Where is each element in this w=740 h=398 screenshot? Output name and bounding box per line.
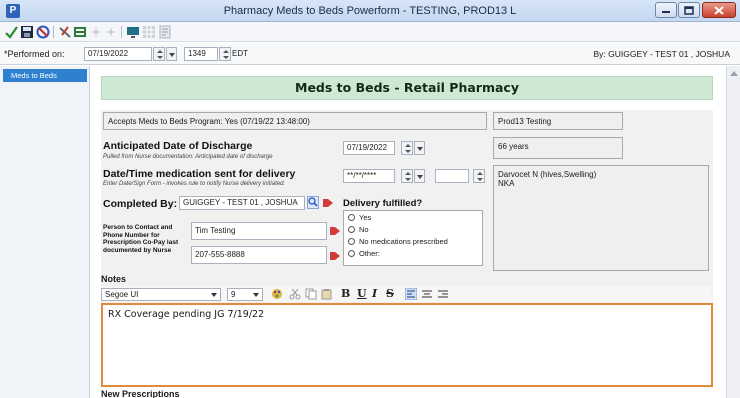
copy-icon[interactable] [305, 288, 317, 300]
contact-name-field[interactable]: Tim Testing [191, 222, 327, 240]
performed-row: *Performed on: 07/19/2022 1349 EDT By: G… [0, 43, 740, 65]
window-title: Pharmacy Meds to Beds Powerform - TESTIN… [223, 5, 517, 17]
title-bar: P Pharmacy Meds to Beds Powerform - TEST… [0, 0, 740, 22]
contact-phone-field[interactable]: 207-555-8888 [191, 246, 327, 264]
allergy-item: Darvocet N (hives,Swelling) [498, 170, 597, 179]
underline-button[interactable]: U [357, 287, 367, 300]
sidebar-item-meds-to-beds[interactable]: Meds to Beds [3, 69, 87, 82]
toolbar-separator [121, 26, 122, 38]
allergies-panel: Darvocet N (hives,Swelling) NKA [493, 165, 709, 271]
radio-circle-icon [348, 250, 355, 257]
chevron-down-icon [211, 293, 217, 297]
align-center-icon[interactable] [421, 288, 433, 300]
paste-icon[interactable] [321, 288, 333, 300]
cancel-icon[interactable] [36, 25, 50, 39]
star-icon[interactable] [104, 25, 118, 39]
contact-label: Person to Contact and Phone Number for P… [103, 224, 179, 254]
maximize-button[interactable] [678, 2, 700, 18]
delivery-time-field[interactable] [435, 169, 469, 183]
new-prescriptions-title: New Prescriptions [101, 389, 180, 398]
radio-circle-icon [348, 214, 355, 221]
performed-by: By: GUIGGEY - TEST 01 , JOSHUA [593, 49, 730, 59]
discharge-label: Anticipated Date of Discharge [103, 140, 253, 152]
document-icon[interactable] [158, 25, 172, 39]
cut-icon[interactable] [289, 288, 301, 300]
chevron-down-icon [253, 293, 259, 297]
delivery-fulfilled-radio-group: Yes No No medications prescribed Other: [343, 210, 483, 266]
tools-icon[interactable] [58, 25, 72, 39]
magnifier-icon [308, 197, 318, 207]
required-arrow-icon [323, 199, 333, 207]
notes-editor-toolbar: Segoe UI 9 B U I S [101, 286, 711, 302]
font-size-select[interactable]: 9 [227, 288, 263, 301]
patient-name-field: Prod13 Testing [493, 112, 623, 130]
radio-circle-icon [348, 226, 355, 233]
main-panel: Meds to Beds - Retail Pharmacy Accepts M… [91, 66, 725, 398]
date-dropdown-button[interactable] [166, 47, 177, 61]
delivery-datetime-sublabel: Enter Date/Sign Form - invokes rule to n… [103, 181, 286, 187]
italic-button[interactable]: I [372, 287, 377, 300]
allergy-item: NKA [498, 179, 515, 188]
form-icon[interactable] [73, 25, 87, 39]
grid-icon[interactable] [142, 25, 156, 39]
radio-yes[interactable]: Yes [348, 213, 371, 222]
close-button[interactable] [702, 2, 736, 18]
time-spinner[interactable] [219, 47, 231, 61]
align-left-icon[interactable] [405, 288, 417, 300]
toolbar-separator [53, 26, 54, 38]
search-icon[interactable] [307, 196, 319, 209]
required-arrow-icon [330, 227, 340, 235]
section-banner: Meds to Beds - Retail Pharmacy [101, 76, 713, 100]
radio-circle-icon [348, 238, 355, 245]
star-icon[interactable] [89, 25, 103, 39]
monitor-icon[interactable] [126, 25, 140, 39]
minimize-icon [662, 11, 670, 13]
discharge-date-spinner[interactable] [401, 141, 413, 155]
notes-title: Notes [101, 274, 127, 284]
delivery-date-field[interactable]: **/**/**** [343, 169, 395, 183]
notes-editor[interactable]: RX Coverage pending JG 7/19/22 [101, 303, 713, 387]
performed-time-field[interactable]: 1349 [184, 47, 218, 61]
delivery-time-spinner[interactable] [473, 169, 485, 183]
vertical-scrollbar[interactable] [726, 66, 740, 398]
align-right-icon[interactable] [437, 288, 449, 300]
radio-no-medications[interactable]: No medications prescribed [348, 237, 448, 246]
discharge-date-dropdown[interactable] [414, 141, 425, 155]
minimize-button[interactable] [655, 2, 677, 18]
delivery-date-dropdown[interactable] [414, 169, 425, 183]
required-arrow-icon [330, 252, 340, 260]
completed-by-field[interactable]: GUIGGEY - TEST 01 , JOSHUA [179, 196, 305, 210]
discharge-date-field[interactable]: 07/19/2022 [343, 141, 395, 155]
age-field: 66 years [493, 137, 623, 159]
close-icon [714, 6, 724, 15]
accepts-program-field: Accepts Meds to Beds Program: Yes (07/19… [103, 112, 487, 130]
radio-other[interactable]: Other: [348, 249, 380, 258]
palette-icon[interactable] [271, 288, 283, 300]
checkmark-icon[interactable] [4, 25, 18, 39]
radio-no[interactable]: No [348, 225, 369, 234]
timezone-label: EDT [232, 49, 248, 58]
bold-button[interactable]: B [341, 287, 350, 300]
discharge-sublabel: Pulled from Nurse documentation: Anticip… [103, 154, 273, 160]
maximize-icon [684, 6, 694, 15]
delivery-date-spinner[interactable] [401, 169, 413, 183]
date-spinner[interactable] [153, 47, 165, 61]
strikethrough-button[interactable]: S [386, 287, 394, 300]
scroll-up-icon[interactable] [730, 71, 738, 76]
font-select[interactable]: Segoe UI [101, 288, 221, 301]
performed-date-field[interactable]: 07/19/2022 [84, 47, 152, 61]
completed-by-label: Completed By: [103, 198, 178, 210]
toolbar [0, 22, 740, 42]
delivery-datetime-label: Date/Time medication sent for delivery [103, 168, 296, 180]
delivery-fulfilled-label: Delivery fulfilled? [343, 198, 423, 209]
performed-on-label: *Performed on: [4, 49, 65, 59]
sidebar: Meds to Beds [0, 66, 90, 398]
save-icon[interactable] [20, 25, 34, 39]
